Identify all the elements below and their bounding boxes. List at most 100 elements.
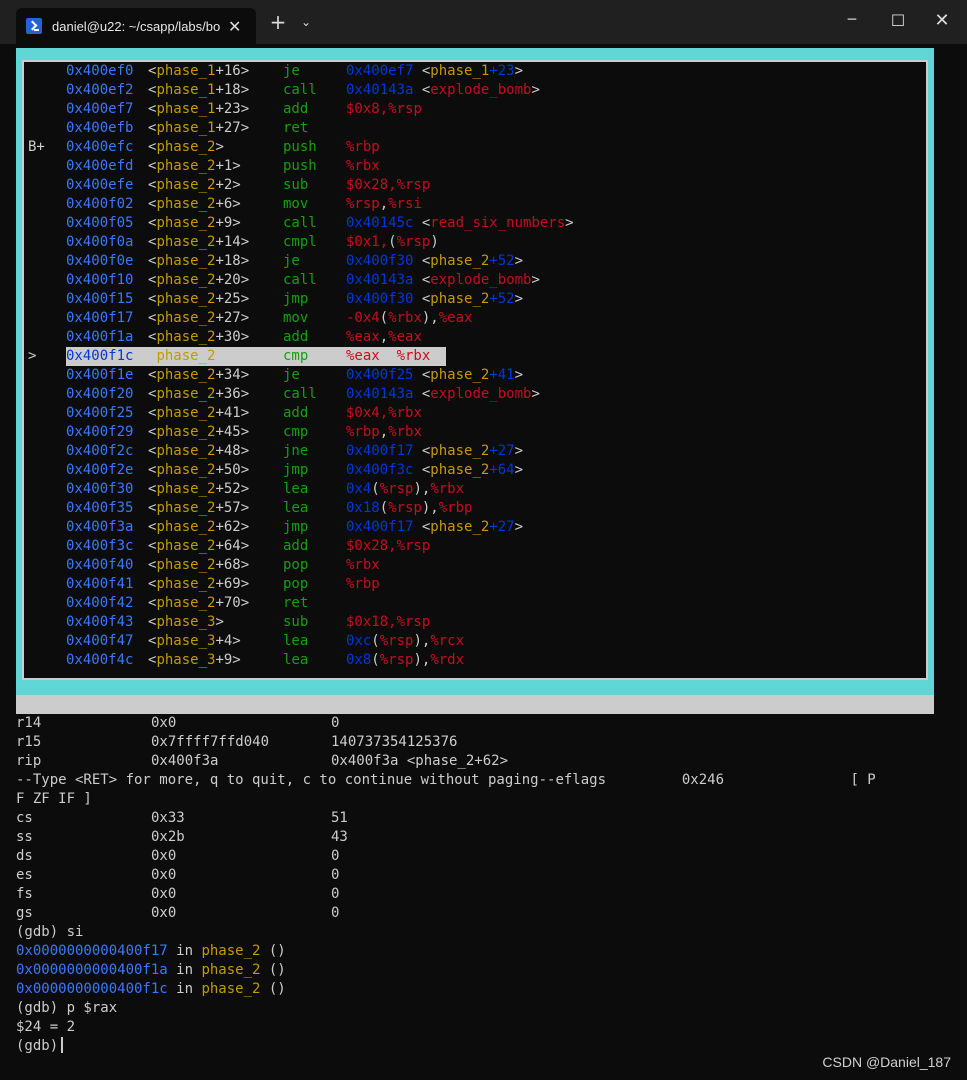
register-row: fs 0x0 0 [16,885,946,904]
step-function: phase_2 [201,962,261,978]
asm-symbol: <phase_3> [148,614,224,630]
asm-symbol-name: phase_2 [156,519,216,535]
asm-operand-part: %rbp [438,500,473,516]
asm-operands: %rsp,%rsi [346,195,422,214]
asm-symbol-name: phase_2 [156,253,216,269]
tab-dropdown-icon[interactable]: ⌄ [294,8,318,36]
asm-address: 0x400f42 [66,595,134,611]
asm-line[interactable]: 0x400f47 <phase_3+4> lea 0xc(%rsp),%rcx [24,632,926,651]
register-hex-value: 0x0 [151,886,177,902]
paging-prompt-line: --Type <RET> for more, q to quit, c to c… [16,772,876,788]
asm-operand-part: explode_bomb [430,82,532,98]
asm-pane[interactable]: 0x400ef0 <phase_1+16> je 0x400ef7 <phase_1+… [22,60,928,680]
asm-mnemonic: lea [283,652,309,668]
asm-line[interactable]: 0x400f25 <phase_2+41> add $0x4,%rbx [24,404,926,423]
asm-operand-part: 0x400ef7 [346,63,422,79]
asm-line[interactable]: 0x400f29 <phase_2+45> cmp %rbp,%rbx [24,423,926,442]
asm-line[interactable]: 0x400f30 <phase_2+52> lea 0x4(%rsp),%rbx [24,480,926,499]
asm-line[interactable]: 0x400f20 <phase_2+36> call 0x40143a <explod… [24,385,926,404]
asm-line[interactable]: 0x400f17 <phase_2+27> mov -0x4(%rbx),%eax [24,309,926,328]
asm-operand-part: 0x40145c [346,215,422,231]
asm-line[interactable]: 0x400f10 <phase_2+20> call 0x40143a <explod… [24,271,926,290]
asm-operand-part: %rbp [346,576,380,592]
asm-line[interactable]: B+ 0x400efc <phase_2> push %rbp [24,138,926,157]
asm-line[interactable]: 0x400f0a <phase_2+14> cmpl $0x1,(%rsp) [24,233,926,252]
asm-mnemonic: add [283,538,309,554]
gdb-prompt-line[interactable]: (gdb) [16,1037,946,1056]
asm-mnemonic: je [283,253,300,269]
asm-address: 0x400efd [66,158,134,174]
asm-line[interactable]: 0x400efe <phase_2+2> sub $0x28,%rsp [24,176,926,195]
asm-operand-part: explode_bomb [430,272,532,288]
terminal-tab[interactable]: daniel@u22: ~/csapp/labs/bomb ✕ [16,8,256,44]
asm-operand-part: > [531,82,540,98]
paging-prompt-wrap: F ZF IF ] [16,791,92,807]
asm-line[interactable]: >0x400f1c <phase_2+32> cmp %eax,(%rbx) [24,347,926,366]
asm-line[interactable]: 0x400f40 <phase_2+68> pop %rbx [24,556,926,575]
tab-close-icon[interactable]: ✕ [228,17,241,36]
asm-operands: $0x4,%rbx [346,404,422,423]
asm-line[interactable]: 0x400f42 <phase_2+70> ret [24,594,926,613]
asm-line[interactable]: 0x400f1e <phase_2+34> je 0x400f25 <phase_2+… [24,366,926,385]
asm-mnemonic: pop [283,576,309,592]
asm-symbol: <phase_3+9> [148,652,241,668]
asm-symbol: <phase_1+18> [148,82,250,98]
new-tab-button[interactable]: + [264,8,292,36]
asm-line[interactable]: 0x400efd <phase_2+1> push %rbx [24,157,926,176]
register-row: gs 0x0 0 [16,904,946,923]
asm-line[interactable]: 0x400f4c <phase_3+9> lea 0x8(%rsp),%rdx [24,651,926,670]
register-natural-value: 0 [331,886,340,902]
register-name: gs [16,905,33,921]
asm-operand-part: > [531,386,540,402]
register-name: r14 [16,715,42,731]
asm-operands: %eax,(%rbx) [346,347,439,366]
asm-symbol-name: phase_2 [156,329,216,345]
asm-line[interactable]: 0x400f2c <phase_2+48> jne 0x400f17 <phase_2… [24,442,926,461]
asm-address: 0x400f10 [66,272,134,288]
asm-operand-part: %rbp [346,424,380,440]
asm-line[interactable]: 0x400ef7 <phase_1+23> add $0x8,%rsp [24,100,926,119]
asm-line[interactable]: 0x400f2e <phase_2+50> jmp 0x400f3c <phase_2… [24,461,926,480]
asm-operand-part: %eax [388,329,422,345]
asm-line[interactable]: 0x400f15 <phase_2+25> jmp 0x400f30 <phase_2… [24,290,926,309]
asm-mnemonic: je [283,367,300,383]
asm-symbol: <phase_2+36> [148,386,250,402]
maximize-button[interactable]: ☐ [882,6,914,34]
asm-line[interactable]: 0x400ef2 <phase_1+18> call 0x40143a <explod… [24,81,926,100]
asm-operand-part: %eax [346,329,380,345]
asm-operand-part: phase_2 [430,462,490,478]
register-name: r15 [16,734,42,750]
asm-operands: 0x400f17 <phase_2+27> [346,442,523,461]
asm-mnemonic: sub [283,177,309,193]
close-window-button[interactable]: ✕ [926,6,958,34]
asm-operand-part: > [514,253,524,269]
asm-mnemonic: push [283,139,317,155]
asm-line[interactable]: 0x400f35 <phase_2+57> lea 0x18(%rsp),%rbp [24,499,926,518]
asm-line[interactable]: 0x400efb <phase_1+27> ret [24,119,926,138]
asm-line[interactable]: 0x400f05 <phase_2+9> call 0x40145c <read_si… [24,214,926,233]
asm-operand-part: %rbx [346,158,380,174]
asm-symbol: <phase_2+1> [148,158,241,174]
minimize-button[interactable]: ─ [836,6,868,34]
asm-line[interactable]: 0x400f3c <phase_2+64> add $0x28,%rsp [24,537,926,556]
asm-symbol-name: phase_1 [156,82,216,98]
register-row: r14 0x0 0 [16,714,946,733]
asm-line[interactable]: 0x400f02 <phase_2+6> mov %rsp,%rsi [24,195,926,214]
asm-line[interactable]: 0x400f1a <phase_2+30> add %eax,%eax [24,328,926,347]
asm-line[interactable]: 0x400f43 <phase_3> sub $0x18,%rsp [24,613,926,632]
asm-line[interactable]: 0x400f41 <phase_2+69> pop %rbp [24,575,926,594]
gdb-command-area[interactable]: r14 0x0 0 r15 0x7ffff7ffd040 140737354125376 r… [16,714,946,1056]
asm-line[interactable]: 0x400f0e <phase_2+18> je 0x400f30 <phase_2+… [24,252,926,271]
asm-operand-part: > [514,291,524,307]
asm-symbol: <phase_2+30> [148,329,250,345]
asm-line-marker: > [28,348,37,364]
asm-operand-part: ( [379,310,389,326]
asm-address: 0x400f1a [66,329,134,345]
asm-line[interactable]: 0x400f3a <phase_2+62> jmp 0x400f17 <phase_2… [24,518,926,537]
asm-symbol: <phase_2+62> [148,519,250,535]
asm-line[interactable]: 0x400ef0 <phase_1+16> je 0x400ef7 <phase_1+… [24,62,926,81]
asm-operand-part: > [514,63,524,79]
asm-mnemonic: mov [283,310,309,326]
asm-mnemonic: jmp [283,462,309,478]
asm-symbol: <phase_2+45> [148,424,250,440]
